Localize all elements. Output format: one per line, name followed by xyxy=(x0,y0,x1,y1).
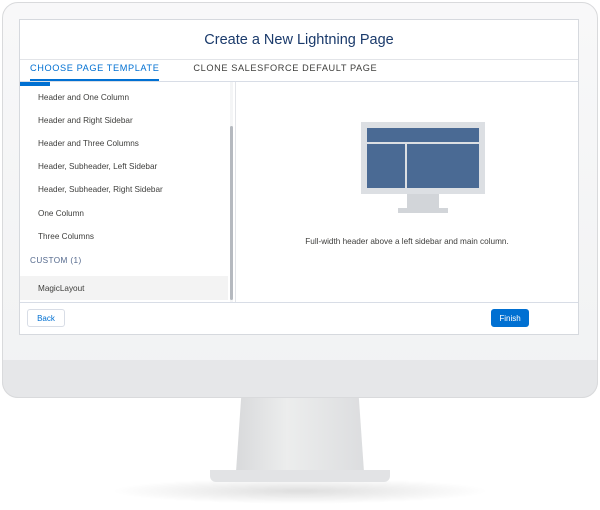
template-preview-pane: Full-width header above a left sidebar a… xyxy=(236,82,578,302)
template-item-header-subheader-left-sidebar[interactable]: Header, Subheader, Left Sidebar xyxy=(20,154,228,178)
monitor-stand xyxy=(236,398,364,472)
template-item-header-three-columns[interactable]: Header and Three Columns xyxy=(20,131,228,155)
modal-title: Create a New Lightning Page xyxy=(204,31,394,48)
monitor-chin xyxy=(2,360,598,398)
template-item-magiclayout[interactable]: MagicLayout xyxy=(20,276,228,300)
template-item-one-column[interactable]: One Column xyxy=(20,201,228,225)
finish-button[interactable]: Finish xyxy=(491,309,529,327)
modal-body: Header and One Column Header and Right S… xyxy=(20,82,578,302)
layout-preview-icon xyxy=(361,122,485,213)
create-lightning-page-modal: Create a New Lightning Page Choose Page … xyxy=(19,19,579,335)
modal-header: Create a New Lightning Page xyxy=(20,20,578,60)
template-item-three-columns[interactable]: Three Columns xyxy=(20,224,228,248)
template-item-header-one-column[interactable]: Header and One Column xyxy=(20,85,228,109)
tab-clone-default-page[interactable]: Clone Salesforce Default Page xyxy=(193,60,377,81)
tab-bar: Choose Page Template Clone Salesforce De… xyxy=(20,60,578,82)
template-list[interactable]: Header and One Column Header and Right S… xyxy=(20,82,236,302)
back-button[interactable]: Back xyxy=(27,309,65,327)
tab-choose-page-template[interactable]: Choose Page Template xyxy=(30,60,160,81)
monitor-stand-base xyxy=(210,470,390,482)
template-item-header-subheader-right-sidebar[interactable]: Header, Subheader, Right Sidebar xyxy=(20,177,228,201)
preview-description: Full-width header above a left sidebar a… xyxy=(305,237,509,246)
template-item-header-right-sidebar[interactable]: Header and Right Sidebar xyxy=(20,108,228,132)
scrollbar-thumb[interactable] xyxy=(230,126,233,300)
modal-footer: Back Finish xyxy=(20,302,578,334)
custom-section-label: CUSTOM (1) xyxy=(30,255,82,265)
